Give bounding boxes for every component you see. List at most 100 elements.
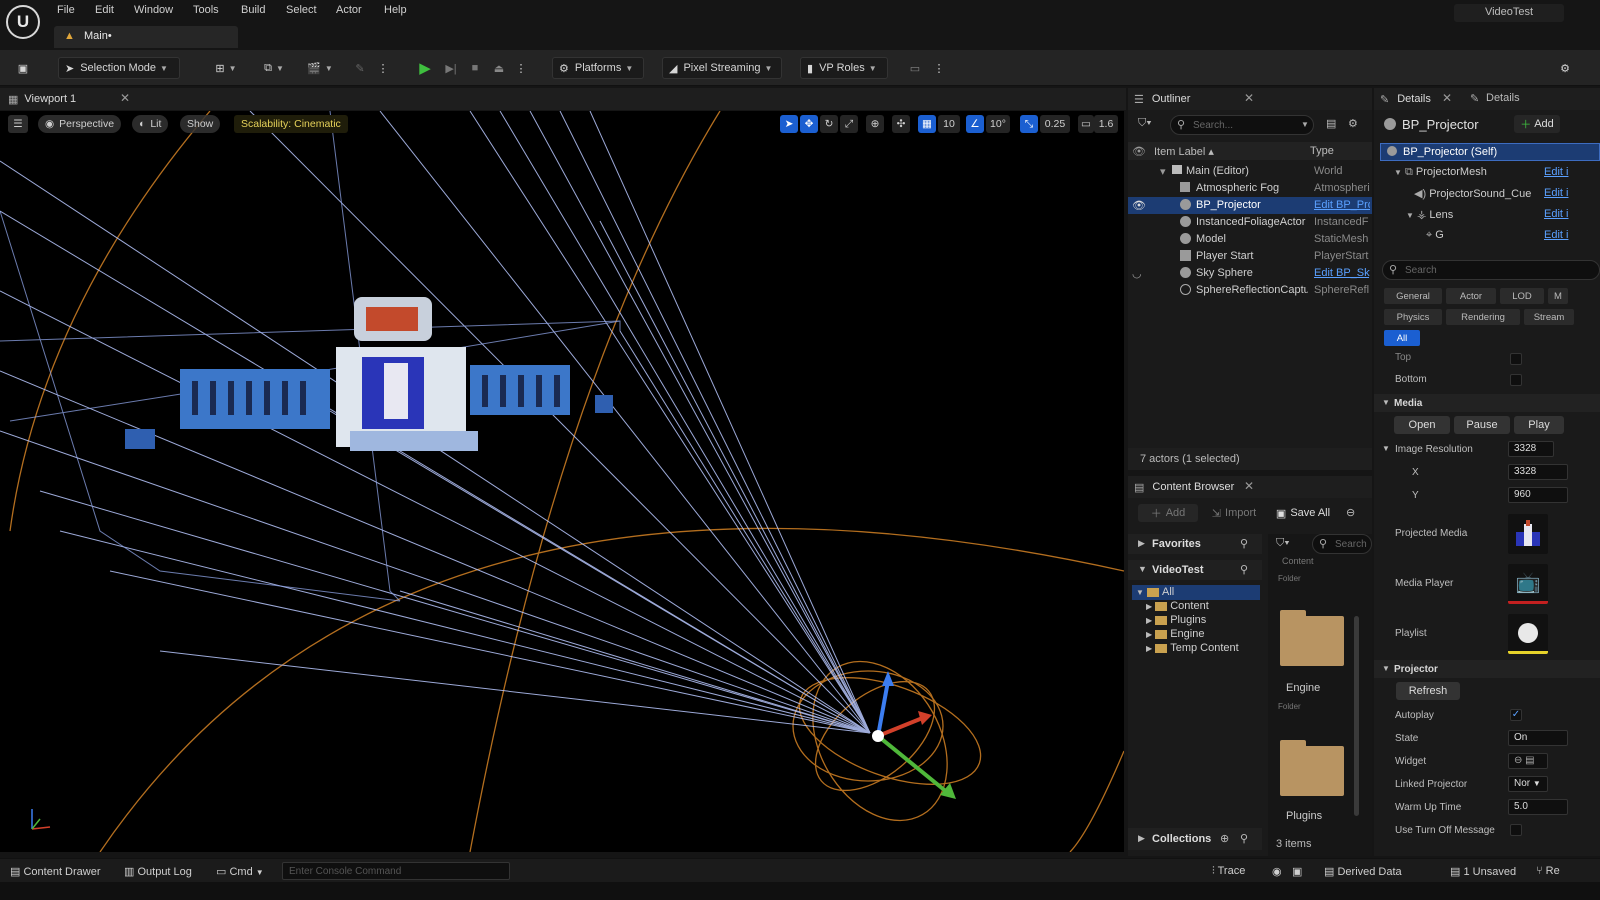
scale-tool-button[interactable]: ⤢ [840, 115, 858, 133]
scale-snap-button[interactable]: ⤡ [1020, 115, 1038, 133]
folder-icon[interactable] [1280, 610, 1344, 666]
derived-data-button[interactable]: ▤ Derived Data [1324, 865, 1402, 878]
cmd-dropdown[interactable]: ▭ Cmd ▼ [216, 865, 264, 878]
visibility-icon[interactable]: 👁 [1132, 199, 1146, 212]
outliner-row[interactable]: Player Start PlayerStart [1128, 248, 1372, 265]
vp-roles-dropdown[interactable]: ▮ VP Roles ▼ [800, 57, 888, 79]
play-button[interactable]: Play [1514, 416, 1564, 434]
level-tab[interactable]: ▲ Main• [54, 26, 238, 48]
top-checkbox[interactable] [1510, 353, 1522, 365]
component-row[interactable]: ▼ ⧉ ProjectorMesh [1394, 166, 1487, 179]
component-row[interactable]: ◀) ProjectorSound_Cue [1414, 187, 1531, 200]
platforms-dropdown[interactable]: ⚙ Platforms ▼ [552, 57, 644, 79]
record-icon[interactable]: ◉ [1272, 865, 1282, 878]
close-icon[interactable]: ✕ [120, 91, 130, 105]
edit-link[interactable]: Edit i [1544, 208, 1568, 220]
filter-actor[interactable]: Actor [1446, 288, 1496, 304]
linked-projector-dropdown[interactable]: Nor ▼ [1508, 776, 1548, 792]
cinematics-button[interactable]: 🎬 ▼ [302, 57, 338, 79]
search-icon[interactable]: ⚲ [1240, 537, 1248, 550]
collections-header[interactable]: ▶ Collections ⊕ ⚲ [1128, 828, 1262, 850]
tree-item-plugins[interactable]: ▶ Plugins [1146, 614, 1206, 626]
save-button[interactable]: ▣ [12, 57, 34, 79]
asset-search-box[interactable]: ⚲ Search [1312, 534, 1372, 554]
widget-picker[interactable]: ⊖ ▤ [1508, 753, 1548, 769]
y-field[interactable]: 960 [1508, 487, 1568, 503]
filter-streaming[interactable]: Stream [1524, 309, 1574, 325]
details-search-input[interactable]: Search [1405, 265, 1437, 276]
menu-window[interactable]: Window [134, 4, 173, 16]
filter-icon[interactable]: ⛉▾ [1276, 537, 1290, 550]
project-header[interactable]: ▼ VideoTest ⚲ [1128, 560, 1262, 580]
grid-snap-value[interactable]: 10 [938, 115, 960, 133]
close-icon[interactable]: ✕ [1244, 91, 1254, 105]
filter-icon[interactable]: ⛉▾ [1138, 117, 1152, 130]
media-player-thumbnail[interactable]: 📺 [1508, 564, 1548, 604]
close-icon[interactable]: ✕ [1244, 479, 1254, 493]
rotate-tool-button[interactable]: ↻ [820, 115, 838, 133]
tree-item-all[interactable]: ▼ All [1136, 586, 1174, 598]
level-viewport[interactable]: ☰ ◉ Perspective ◐ Lit Show Scalability: Ci… [0, 111, 1124, 852]
favorites-header[interactable]: ▶ Favorites ⚲ [1128, 534, 1262, 554]
component-row[interactable]: ⌖ G [1426, 229, 1444, 242]
filter-general[interactable]: General [1384, 288, 1442, 304]
playlist-thumbnail[interactable] [1508, 614, 1548, 654]
tree-item-temp-content[interactable]: ▶ Temp Content [1146, 642, 1239, 654]
menu-edit[interactable]: Edit [95, 4, 114, 16]
viewport-menu-button[interactable]: ☰ [8, 115, 28, 133]
rotation-snap-value[interactable]: 10° [986, 115, 1010, 133]
asset-name[interactable]: Plugins [1286, 810, 1322, 822]
edit-link[interactable]: Edit i [1544, 166, 1568, 178]
details-tab-2[interactable]: Details [1486, 92, 1520, 104]
outliner-tab[interactable]: Outliner [1152, 93, 1191, 105]
outliner-row[interactable]: Atmospheric Fog Atmospheri [1128, 180, 1372, 197]
lit-button[interactable]: ◐ Lit [132, 115, 169, 133]
viewport-tab[interactable]: Viewport 1 [24, 93, 76, 105]
refresh-button[interactable]: Refresh [1396, 682, 1460, 700]
translate-tool-button[interactable]: ✥ [800, 115, 818, 133]
state-field[interactable]: On [1508, 730, 1568, 746]
add-collection-icon[interactable]: ⊕ [1220, 832, 1229, 845]
camera-speed-value[interactable]: 1.6 [1094, 115, 1118, 133]
outliner-row[interactable]: ◡ Sky Sphere Edit BP_Sky [1128, 265, 1372, 282]
filter-lod[interactable]: LOD [1500, 288, 1544, 304]
filter-all[interactable]: All [1384, 330, 1420, 346]
add-component-button[interactable]: ＋ Add [1514, 115, 1560, 133]
save-all-button[interactable]: ▣ Save All [1270, 504, 1336, 522]
asset-scrollbar[interactable] [1354, 616, 1359, 816]
tree-item-content[interactable]: ▶ Content [1146, 600, 1209, 612]
projected-media-thumbnail[interactable] [1508, 514, 1548, 554]
autoplay-checkbox[interactable]: ✓ [1510, 709, 1522, 721]
search-icon[interactable]: ⚲ [1240, 832, 1248, 845]
edit-link[interactable]: Edit i [1544, 187, 1568, 199]
details-tab[interactable]: Details [1397, 93, 1431, 105]
settings-button[interactable]: ⚙ [1554, 57, 1576, 79]
row-type-link[interactable]: Edit BP_Sky [1314, 267, 1370, 279]
column-type[interactable]: Type [1310, 145, 1334, 157]
filter-rendering[interactable]: Rendering [1446, 309, 1520, 325]
perspective-button[interactable]: ◉ Perspective [38, 115, 122, 133]
play-options-button[interactable]: ⋮ [514, 57, 528, 79]
output-log-button[interactable]: ▥ Output Log [124, 865, 192, 878]
outliner-row[interactable]: Model StaticMesh [1128, 231, 1372, 248]
outliner-search-input[interactable]: Search... [1193, 120, 1233, 131]
revision-control-button[interactable]: ⑂ Re [1536, 865, 1560, 877]
component-row[interactable]: ▼ ⚶ Lens [1406, 208, 1453, 221]
blueprint-button[interactable]: ⧉ ▼ [256, 57, 292, 79]
pixel-streaming-dropdown[interactable]: ◢ Pixel Streaming ▼ [662, 57, 782, 79]
stop-button[interactable]: ■ [464, 57, 486, 79]
gear-icon[interactable]: ⚙ [1348, 117, 1358, 130]
folder-icon[interactable] [1280, 740, 1344, 796]
scale-snap-value[interactable]: 0.25 [1040, 115, 1070, 133]
component-self[interactable]: BP_Projector (Self) [1380, 143, 1600, 161]
content-browser-tab[interactable]: Content Browser [1152, 481, 1234, 493]
content-drawer-button[interactable]: ▤ Content Drawer [10, 865, 101, 878]
import-button[interactable]: ⇲ Import [1204, 504, 1264, 522]
close-icon[interactable]: ✕ [1442, 91, 1452, 105]
more-options-button[interactable]: ⋮ [376, 57, 390, 79]
outliner-row[interactable]: InstancedFoliageActor InstancedF [1128, 214, 1372, 231]
pause-button[interactable]: Pause [1454, 416, 1510, 434]
search-icon[interactable]: ⚲ [1240, 563, 1248, 576]
toolbar-more-button[interactable]: ⋮ [932, 57, 946, 79]
asset-search-input[interactable]: Search [1335, 539, 1367, 550]
